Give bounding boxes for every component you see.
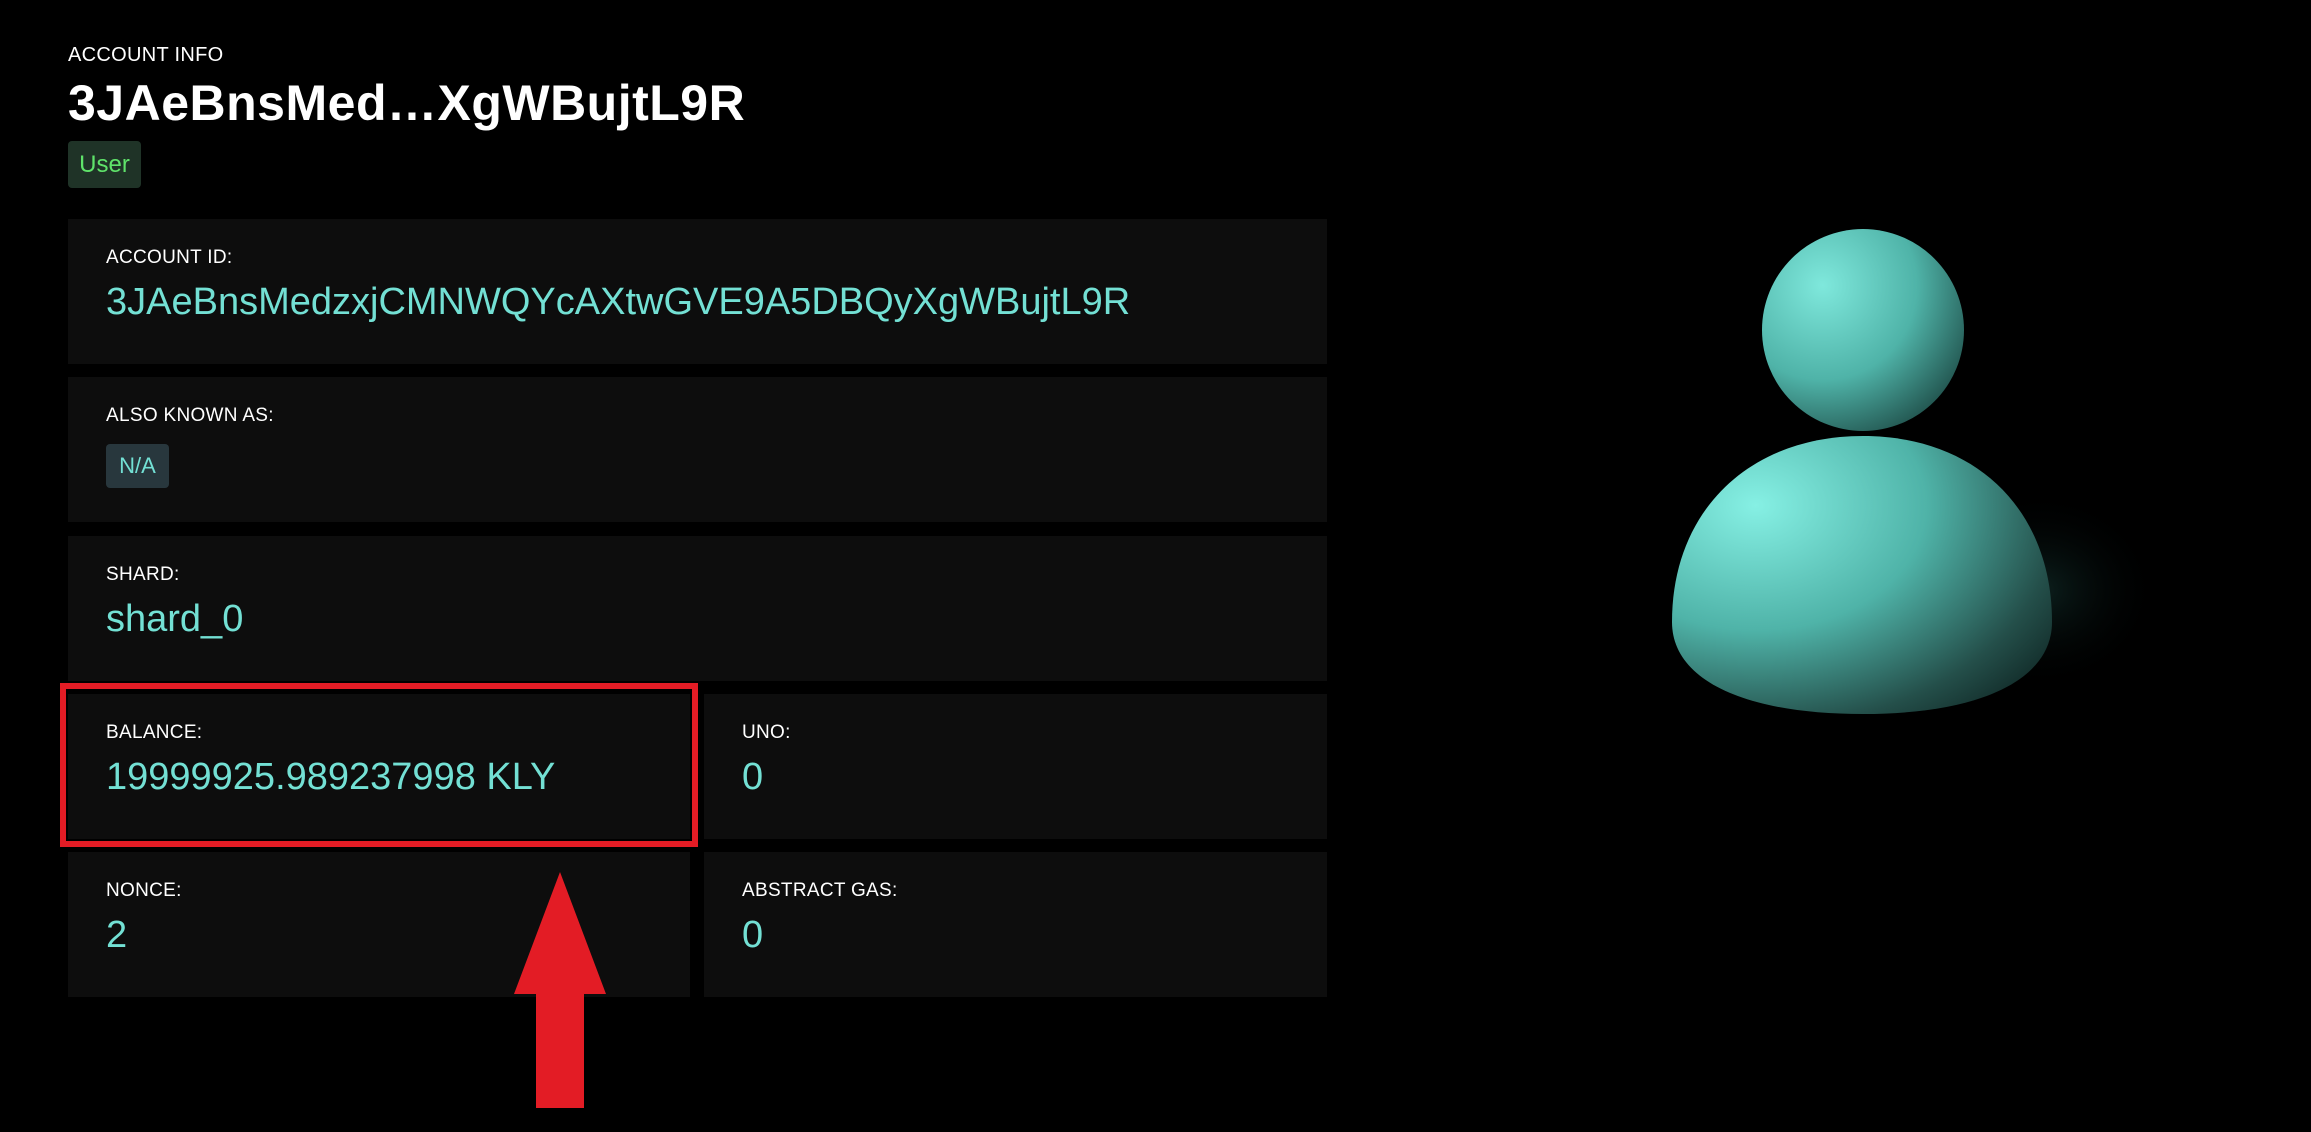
abstract-gas-label: ABSTRACT GAS: [742,880,898,901]
also-known-as-label: ALSO KNOWN AS: [106,405,274,426]
shard-value[interactable]: shard_0 [106,598,243,641]
uno-value: 0 [742,756,764,798]
shard-card: SHARD: shard_0 [68,536,1327,681]
arrow-up-icon [514,872,606,1108]
section-label: ACCOUNT INFO [68,44,224,66]
nonce-value: 2 [106,914,128,956]
user-avatar-icon [1672,229,2160,714]
balance-card: BALANCE: 19999925.989237998 KLY [68,694,690,839]
account-id-label: ACCOUNT ID: [106,247,233,268]
shard-label: SHARD: [106,564,180,585]
balance-label: BALANCE: [106,722,203,743]
balance-value: 19999925.989237998 KLY [106,756,556,798]
abstract-gas-value: 0 [742,914,764,956]
page-title: 3JAeBnsMed…XgWBujtL9R [68,75,746,131]
account-id-value[interactable]: 3JAeBnsMedzxjCMNWQYcAXtwGVE9A5DBQyXgWBuj… [106,281,1130,324]
abstract-gas-card: ABSTRACT GAS: 0 [704,852,1327,997]
uno-label: UNO: [742,722,791,743]
account-id-card: ACCOUNT ID: 3JAeBnsMedzxjCMNWQYcAXtwGVE9… [68,219,1327,364]
nonce-label: NONCE: [106,880,182,901]
account-type-badge: User [68,141,141,188]
also-known-as-badge: N/A [106,444,169,488]
uno-card: UNO: 0 [704,694,1327,839]
also-known-as-card: ALSO KNOWN AS: N/A [68,377,1327,522]
